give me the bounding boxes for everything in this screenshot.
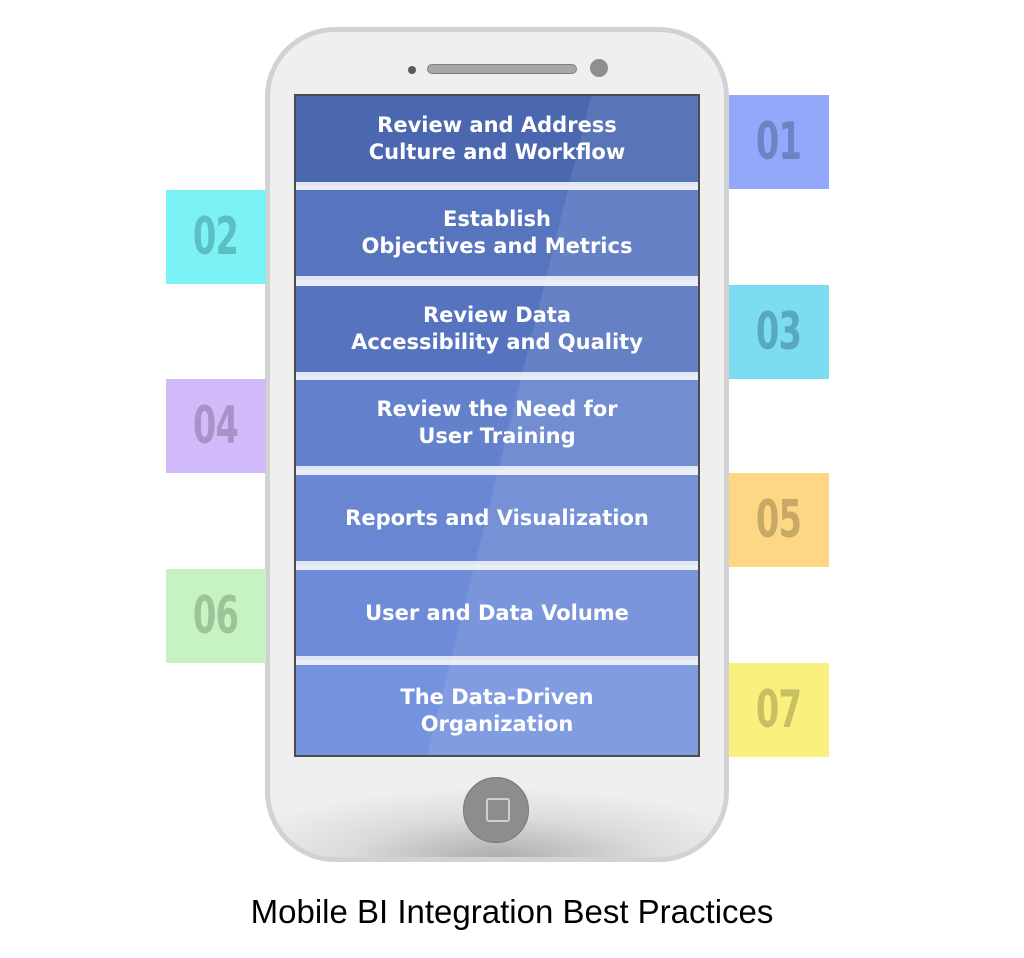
diagram-title: Mobile BI Integration Best Practices — [250, 893, 774, 930]
home-square-icon — [486, 798, 510, 822]
step-2-line2: Objectives and Metrics — [361, 234, 633, 258]
step-number-tag-3: 03 — [729, 285, 829, 379]
step-number-4: 04 — [193, 396, 239, 456]
step-number-6: 06 — [193, 586, 239, 646]
step-number-3: 03 — [756, 302, 802, 362]
step-number-tag-6: 06 — [166, 569, 266, 663]
step-3-line2: Accessibility and Quality — [351, 330, 643, 354]
step-5-line1: Reports and Visualization — [345, 505, 649, 530]
step-number-tag-2: 02 — [166, 190, 266, 284]
step-row-3: Review Data Accessibility and Quality — [296, 286, 698, 376]
step-3-line1: Review Data — [422, 303, 572, 327]
step-1-line1: Review and Address — [377, 113, 617, 137]
step-row-5: Reports and Visualization — [296, 475, 698, 565]
step-number-tag-7: 07 — [729, 663, 829, 757]
step-row-4: Review the Need for User Training — [296, 380, 698, 470]
sensor-dot — [408, 66, 416, 74]
step-row-6: User and Data Volume — [296, 570, 698, 660]
step-row-2: Establish Objectives and Metrics — [296, 190, 698, 280]
step-number-tag-1: 01 — [729, 95, 829, 189]
step-number-7: 07 — [756, 680, 802, 740]
step-row-1: Review and Address Culture and Workflow — [296, 96, 698, 186]
step-7-line2: Organization — [420, 712, 574, 736]
step-4-line1: Review the Need for — [376, 397, 618, 421]
step-6-line1: User and Data Volume — [365, 600, 629, 625]
step-2-line1: Establish — [443, 207, 551, 231]
phone-screen: Review and Address Culture and Workflow E… — [294, 94, 700, 757]
step-number-2: 02 — [193, 207, 239, 267]
step-number-1: 01 — [756, 112, 802, 172]
step-number-5: 05 — [756, 490, 802, 550]
step-7-line1: The Data-Driven — [400, 685, 594, 709]
step-1-line2: Culture and Workflow — [368, 140, 626, 164]
front-camera-icon — [590, 59, 608, 77]
step-number-tag-4: 04 — [166, 379, 266, 473]
speaker-grill — [427, 64, 577, 74]
step-number-tag-5: 05 — [729, 473, 829, 567]
home-button[interactable] — [463, 777, 529, 843]
step-row-7: The Data-Driven Organization — [296, 665, 698, 755]
step-4-line2: User Training — [418, 424, 576, 448]
